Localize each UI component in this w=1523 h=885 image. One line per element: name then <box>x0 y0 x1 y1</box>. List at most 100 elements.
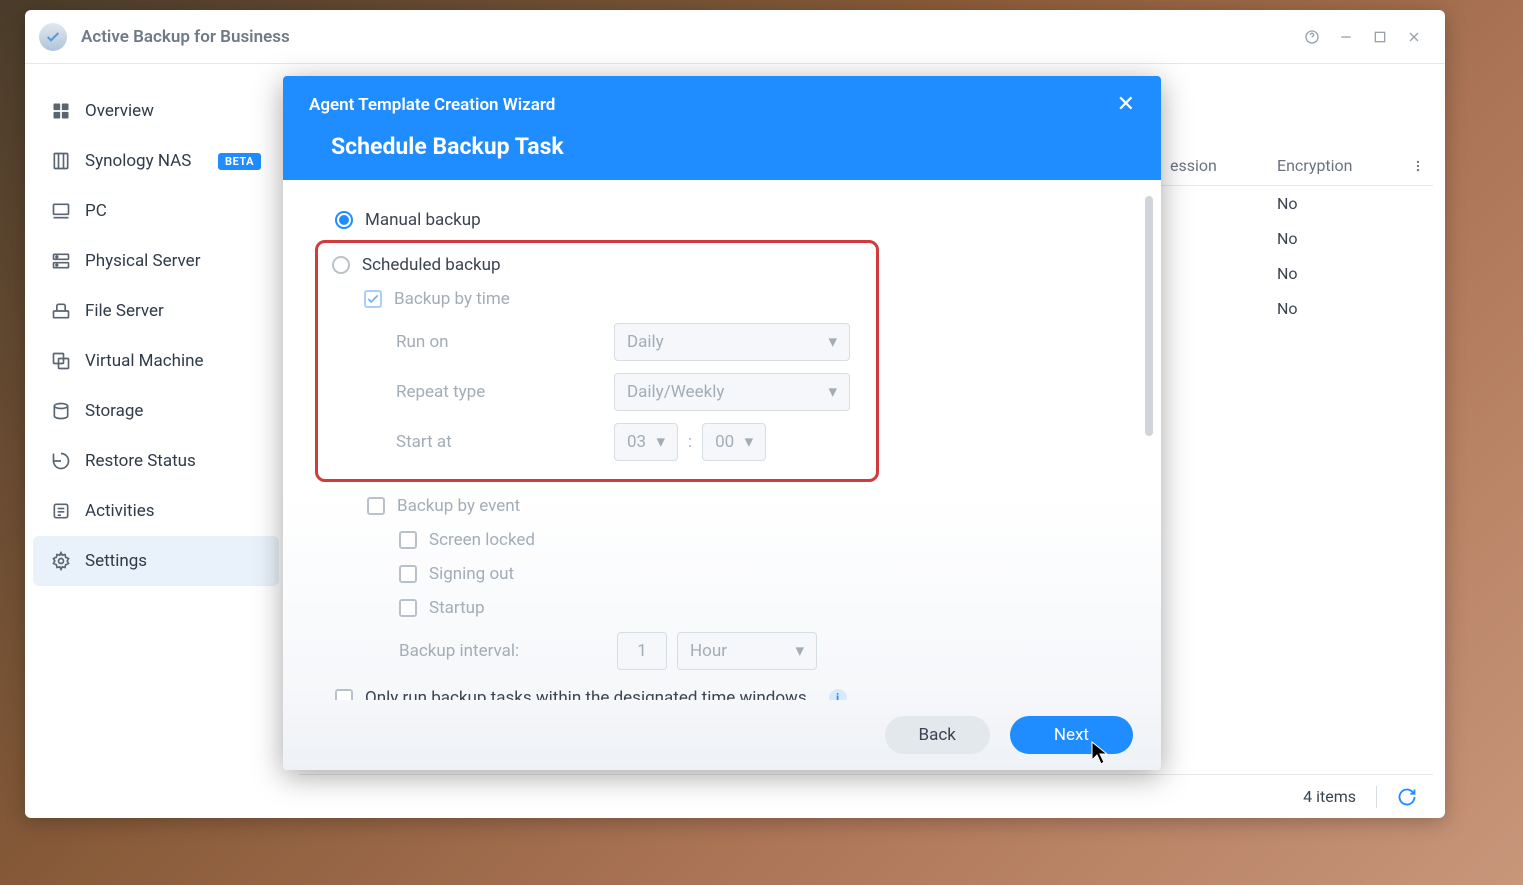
help-button[interactable] <box>1295 23 1329 51</box>
app-icon <box>39 23 67 51</box>
radio-scheduled-backup[interactable]: Scheduled backup <box>332 255 858 275</box>
column-header-session[interactable]: ession <box>1170 156 1265 175</box>
interval-unit-dropdown[interactable]: Hour ▾ <box>677 632 817 670</box>
sidebar-item-storage[interactable]: Storage <box>33 386 279 436</box>
chevron-down-icon: ▾ <box>828 382 837 402</box>
radio-icon <box>335 211 353 229</box>
chevron-down-icon: ▾ <box>656 432 665 452</box>
run-on-dropdown[interactable]: Daily ▾ <box>614 323 850 361</box>
checkbox-signing-out[interactable]: Signing out <box>399 564 1133 584</box>
sidebar-item-label: PC <box>85 201 261 221</box>
checkbox-label: Backup by time <box>394 289 510 309</box>
sidebar-item-settings[interactable]: Settings <box>33 536 279 586</box>
highlight-box: Scheduled backup Backup by time Run on D… <box>315 240 879 482</box>
start-hour-dropdown[interactable]: 03 ▾ <box>614 423 678 461</box>
sidebar-item-label: Overview <box>85 101 261 121</box>
checkbox-icon <box>399 531 417 549</box>
dashboard-icon <box>51 101 71 121</box>
file-server-icon <box>51 301 71 321</box>
start-minute-dropdown[interactable]: 00 ▾ <box>702 423 766 461</box>
sidebar-item-activities[interactable]: Activities <box>33 486 279 536</box>
items-count: 4 items <box>1303 787 1356 806</box>
sidebar-item-pc[interactable]: PC <box>33 186 279 236</box>
sidebar-item-overview[interactable]: Overview <box>33 86 279 136</box>
modal-subtitle: Schedule Backup Task <box>309 133 1135 160</box>
checkbox-label: Screen locked <box>429 530 535 550</box>
modal-header: Agent Template Creation Wizard ✕ Schedul… <box>283 76 1161 180</box>
storage-icon <box>51 401 71 421</box>
sidebar-item-restore-status[interactable]: Restore Status <box>33 436 279 486</box>
gear-icon <box>51 551 71 571</box>
checkbox-icon <box>399 599 417 617</box>
chevron-down-icon: ▾ <box>828 332 837 352</box>
interval-input[interactable] <box>617 632 667 670</box>
radio-manual-backup[interactable]: Manual backup <box>335 210 1133 230</box>
checkbox-label: Only run backup tasks within the designa… <box>365 688 807 700</box>
start-at-label: Start at <box>396 432 614 452</box>
close-button[interactable] <box>1397 23 1431 51</box>
beta-badge: BETA <box>218 153 261 170</box>
activities-icon <box>51 501 71 521</box>
chevron-down-icon: ▾ <box>795 641 804 661</box>
refresh-button[interactable] <box>1397 787 1417 807</box>
sidebar-item-label: Settings <box>85 551 261 571</box>
sidebar: Overview Synology NAS BETA PC Physical S… <box>25 64 287 818</box>
cell-encryption: No <box>1265 229 1433 248</box>
checkbox-icon <box>399 565 417 583</box>
chevron-down-icon: ▾ <box>745 432 754 452</box>
minimize-button[interactable] <box>1329 23 1363 51</box>
next-button[interactable]: Next <box>1010 716 1133 754</box>
sidebar-item-synology-nas[interactable]: Synology NAS BETA <box>33 136 279 186</box>
cell-encryption: No <box>1265 264 1433 283</box>
checkbox-icon <box>364 290 382 308</box>
modal-title: Agent Template Creation Wizard <box>309 95 555 115</box>
dropdown-value: 00 <box>715 432 734 452</box>
modal-body: Manual backup Scheduled backup Backup by… <box>283 180 1161 700</box>
column-header-encryption[interactable]: Encryption <box>1265 156 1403 175</box>
repeat-type-label: Repeat type <box>396 382 614 402</box>
modal-close-button[interactable]: ✕ <box>1117 92 1135 117</box>
dropdown-value: 03 <box>627 432 646 452</box>
sidebar-item-label: Synology NAS <box>85 151 218 171</box>
sidebar-item-virtual-machine[interactable]: Virtual Machine <box>33 336 279 386</box>
checkbox-label: Signing out <box>429 564 514 584</box>
sidebar-item-label: Restore Status <box>85 451 261 471</box>
checkbox-backup-by-event[interactable]: Backup by event <box>367 496 1133 516</box>
divider <box>1376 786 1377 808</box>
cell-encryption: No <box>1265 299 1433 318</box>
info-icon[interactable]: i <box>829 689 847 700</box>
checkbox-only-designated-windows[interactable]: Only run backup tasks within the designa… <box>335 688 1133 700</box>
sidebar-item-label: Activities <box>85 501 261 521</box>
dropdown-value: Hour <box>690 641 785 661</box>
status-bar: 4 items <box>299 774 1433 818</box>
modal-footer: Back Next <box>283 700 1161 770</box>
maximize-button[interactable] <box>1363 23 1397 51</box>
sidebar-item-label: Storage <box>85 401 261 421</box>
dropdown-value: Daily <box>627 332 818 352</box>
time-separator: : <box>688 432 692 452</box>
checkbox-screen-locked[interactable]: Screen locked <box>399 530 1133 550</box>
title-bar: Active Backup for Business <box>25 10 1445 64</box>
checkbox-label: Startup <box>429 598 485 618</box>
sidebar-item-label: Virtual Machine <box>85 351 261 371</box>
radio-icon <box>332 256 350 274</box>
wizard-modal: Agent Template Creation Wizard ✕ Schedul… <box>283 76 1161 770</box>
sidebar-item-label: File Server <box>85 301 261 321</box>
back-button[interactable]: Back <box>885 716 990 754</box>
pc-icon <box>51 201 71 221</box>
run-on-label: Run on <box>396 332 614 352</box>
column-menu-button[interactable] <box>1403 159 1433 173</box>
checkbox-startup[interactable]: Startup <box>399 598 1133 618</box>
sidebar-item-physical-server[interactable]: Physical Server <box>33 236 279 286</box>
checkbox-backup-by-time[interactable]: Backup by time <box>364 289 858 309</box>
nas-icon <box>51 151 71 171</box>
restore-icon <box>51 451 71 471</box>
radio-label: Manual backup <box>365 210 481 230</box>
sidebar-item-file-server[interactable]: File Server <box>33 286 279 336</box>
checkbox-icon <box>335 689 353 700</box>
repeat-type-dropdown[interactable]: Daily/Weekly ▾ <box>614 373 850 411</box>
scrollbar-thumb[interactable] <box>1145 196 1153 436</box>
app-title: Active Backup for Business <box>81 27 1295 47</box>
checkbox-label: Backup by event <box>397 496 520 516</box>
vm-icon <box>51 351 71 371</box>
